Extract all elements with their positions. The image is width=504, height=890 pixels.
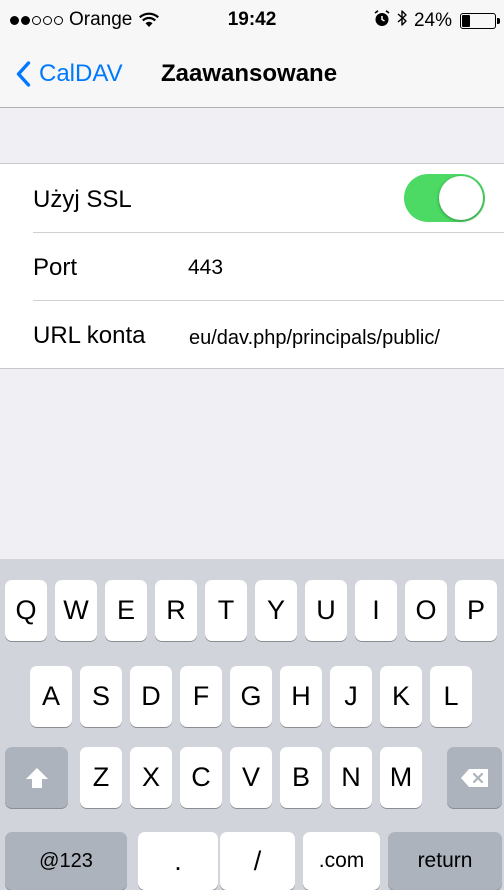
status-bar: Orange 19:42 24%	[0, 0, 504, 40]
use-ssl-row: Użyj SSL	[0, 164, 504, 232]
key-g[interactable]: G	[230, 666, 272, 727]
account-url-row: URL konta eu/dav.php/principals/public/	[0, 300, 504, 368]
alarm-icon	[374, 9, 390, 33]
key-s[interactable]: S	[80, 666, 122, 727]
port-field[interactable]: 443	[188, 256, 223, 280]
port-label: Port	[33, 254, 78, 281]
key-r[interactable]: R	[155, 580, 197, 641]
settings-group: Użyj SSL Port 443 URL konta eu/dav.php/p…	[0, 163, 504, 369]
key-w[interactable]: W	[55, 580, 97, 641]
keyboard: Q W E R T Y U I O P A S D F G H J K L Z …	[0, 559, 504, 890]
key-k[interactable]: K	[380, 666, 422, 727]
chevron-left-icon	[16, 61, 31, 87]
delete-key[interactable]	[447, 747, 502, 808]
key-p[interactable]: P	[455, 580, 497, 641]
key-t[interactable]: T	[205, 580, 247, 641]
toggle-knob	[439, 176, 483, 220]
key-e[interactable]: E	[105, 580, 147, 641]
slash-key[interactable]: /	[220, 832, 295, 890]
return-key[interactable]: return	[388, 832, 502, 890]
key-i[interactable]: I	[355, 580, 397, 641]
key-m[interactable]: M	[380, 747, 422, 808]
use-ssl-toggle[interactable]	[404, 174, 485, 222]
key-y[interactable]: Y	[255, 580, 297, 641]
key-x[interactable]: X	[130, 747, 172, 808]
bluetooth-icon	[396, 9, 408, 33]
shift-icon	[25, 767, 48, 788]
account-url-label: URL konta	[33, 322, 146, 349]
key-h[interactable]: H	[280, 666, 322, 727]
key-a[interactable]: A	[30, 666, 72, 727]
key-u[interactable]: U	[305, 580, 347, 641]
key-o[interactable]: O	[405, 580, 447, 641]
key-j[interactable]: J	[330, 666, 372, 727]
key-q[interactable]: Q	[5, 580, 47, 641]
key-b[interactable]: B	[280, 747, 322, 808]
battery-percent: 24%	[413, 10, 452, 31]
battery-icon	[460, 13, 500, 29]
key-n[interactable]: N	[330, 747, 372, 808]
key-d[interactable]: D	[130, 666, 172, 727]
key-z[interactable]: Z	[80, 747, 122, 808]
page-title: Zaawansowane	[161, 60, 338, 87]
back-button[interactable]: CalDAV	[16, 55, 123, 93]
status-right: 24%	[374, 9, 500, 33]
account-url-field[interactable]: eu/dav.php/principals/public/	[189, 327, 440, 350]
numbers-key[interactable]: @123	[5, 832, 127, 890]
navigation-bar: CalDAV Zaawansowane	[0, 40, 504, 108]
key-l[interactable]: L	[430, 666, 472, 727]
dotcom-key[interactable]: .com	[303, 832, 380, 890]
delete-icon	[460, 768, 488, 787]
use-ssl-label: Użyj SSL	[33, 186, 132, 213]
shift-key[interactable]	[5, 747, 68, 808]
key-c[interactable]: C	[180, 747, 222, 808]
period-key[interactable]: .	[138, 832, 218, 890]
back-button-label: CalDAV	[39, 60, 123, 87]
battery-level-fill	[462, 15, 471, 27]
key-f[interactable]: F	[180, 666, 222, 727]
port-row: Port 443	[0, 232, 504, 300]
key-v[interactable]: V	[230, 747, 272, 808]
